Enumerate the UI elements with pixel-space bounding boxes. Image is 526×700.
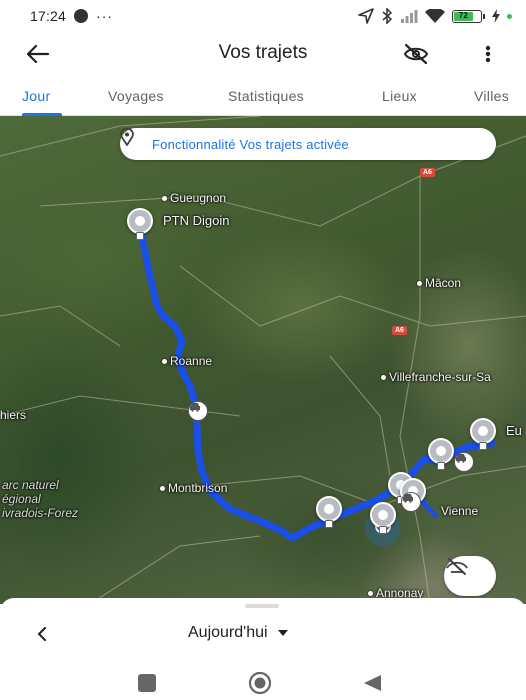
more-notifications-icon: ···	[96, 8, 114, 24]
car-activity-icon[interactable]	[188, 401, 208, 421]
road-badge-a6: A6	[420, 168, 435, 177]
map-view[interactable]: Gueugnon PTN Digoin Roanne Montbrison Mâ…	[0, 116, 526, 604]
drag-handle[interactable]	[245, 604, 279, 608]
car-activity-icon[interactable]	[401, 492, 421, 512]
charging-icon	[492, 9, 500, 23]
map-label-montbrison: Montbrison	[160, 481, 227, 495]
status-bar: 17:24 ··· 72	[0, 0, 526, 32]
map-label-vienne: Vienne	[441, 504, 479, 518]
map-label-thiers: hiers	[0, 408, 27, 422]
map-label-digoin: PTN Digoin	[163, 213, 230, 228]
tab-lieux[interactable]: Lieux	[382, 88, 417, 104]
map-overlay	[0, 116, 526, 604]
map-label-gueugnon: Gueugnon	[162, 191, 226, 205]
dropdown-arrow-icon	[277, 630, 288, 636]
tab-statistiques[interactable]: Statistiques	[228, 88, 304, 104]
location-visibility-toggle-button[interactable]	[444, 556, 496, 596]
map-label-parc-1: arc naturel	[2, 478, 59, 492]
place-pin[interactable]	[127, 208, 153, 240]
map-label-parc-2: égional	[2, 492, 41, 506]
place-pin[interactable]	[370, 502, 396, 534]
tab-jour[interactable]: Jour	[22, 88, 50, 104]
wifi-icon	[425, 9, 445, 23]
date-bottom-sheet: Aujourd'hui	[0, 598, 526, 664]
privacy-dot-icon	[507, 13, 512, 19]
battery-icon: 72	[452, 9, 485, 23]
place-pin[interactable]	[316, 496, 342, 528]
timeline-enabled-banner[interactable]: Fonctionnalité Vos trajets activée	[120, 128, 496, 160]
place-pin[interactable]	[470, 418, 496, 450]
battery-level: 72	[454, 11, 473, 21]
banner-text: Fonctionnalité Vos trajets activée	[152, 136, 349, 152]
date-picker-dropdown[interactable]: Aujourd'hui	[188, 624, 288, 642]
app-bar: Vos trajets	[0, 32, 526, 76]
road-badge-a6: A6	[392, 326, 407, 335]
chevron-left-icon	[38, 627, 46, 641]
previous-day-button[interactable]	[30, 622, 54, 646]
location-arrow-icon	[358, 8, 374, 24]
signal-icon	[401, 10, 418, 23]
car-activity-icon[interactable]	[454, 452, 474, 472]
home-button[interactable]	[247, 671, 273, 695]
map-label-eu: Eu	[506, 423, 522, 438]
tab-bar: Jour Voyages Statistiques Lieux Villes	[0, 80, 526, 116]
tab-villes[interactable]: Villes	[474, 88, 509, 104]
more-options-button[interactable]	[476, 40, 500, 68]
more-vert-icon	[485, 45, 491, 63]
record-icon	[74, 9, 89, 23]
system-nav-bar	[0, 664, 526, 700]
map-label-macon: Mâcon	[417, 276, 461, 290]
place-pin[interactable]	[428, 438, 454, 470]
date-label: Aujourd'hui	[188, 624, 268, 641]
system-back-button[interactable]	[362, 674, 382, 692]
location-off-icon	[446, 558, 468, 575]
map-label-roanne: Roanne	[162, 354, 212, 368]
location-history-off-button[interactable]	[400, 40, 432, 68]
location-pin-icon	[120, 128, 134, 146]
bluetooth-icon	[382, 8, 393, 24]
clock: 17:24	[30, 8, 67, 24]
tab-voyages[interactable]: Voyages	[108, 88, 164, 104]
location-off-icon	[403, 43, 429, 65]
map-label-parc-3: ivradois-Forez	[2, 506, 79, 520]
recent-apps-button[interactable]	[138, 674, 156, 692]
page-title: Vos trajets	[218, 42, 308, 63]
map-label-villefranche: Villefranche-sur-Sa	[381, 370, 491, 384]
